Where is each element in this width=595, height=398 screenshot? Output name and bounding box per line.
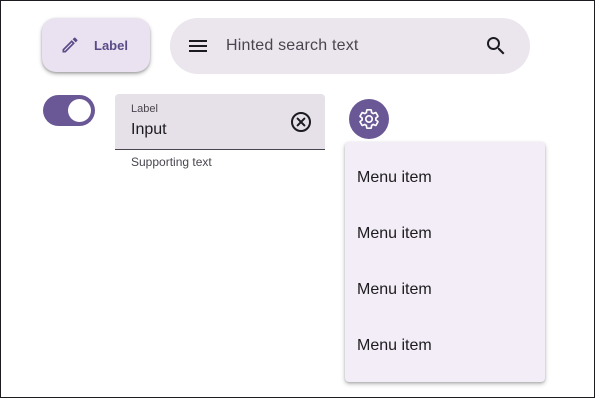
search-bar[interactable]: Hinted search text (170, 18, 530, 74)
clear-icon[interactable] (289, 110, 313, 134)
menu-item[interactable]: Menu item (345, 150, 545, 206)
text-field-label: Label (131, 103, 158, 115)
menu-item[interactable]: Menu item (345, 318, 545, 374)
search-icon[interactable] (484, 34, 508, 58)
app-frame: Label Hinted search text Label Input Sup… (0, 0, 595, 398)
text-field-supporting-text: Supporting text (131, 155, 212, 169)
dropdown-menu: Menu item Menu item Menu item Menu item (345, 142, 545, 382)
pencil-icon (60, 35, 80, 55)
search-hint[interactable]: Hinted search text (226, 37, 484, 55)
gear-icon (358, 108, 380, 130)
fab-label: Label (94, 37, 128, 53)
text-field[interactable]: Label Input (115, 94, 325, 150)
menu-item[interactable]: Menu item (345, 262, 545, 318)
switch-thumb (68, 99, 91, 122)
toggle-switch[interactable] (43, 95, 95, 126)
text-field-input[interactable]: Input (131, 121, 167, 139)
menu-item[interactable]: Menu item (345, 206, 545, 262)
edit-fab-button[interactable]: Label (42, 18, 150, 72)
menu-icon[interactable] (186, 34, 210, 58)
settings-button[interactable] (349, 99, 389, 139)
